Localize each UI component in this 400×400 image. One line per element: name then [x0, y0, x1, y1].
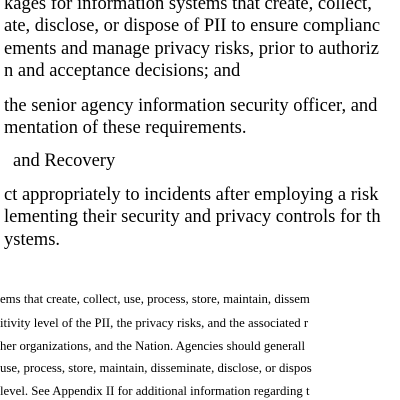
body-line-6: mentation of these requirements.	[4, 118, 247, 138]
footnote-line-5: level. See Appendix II for additional in…	[0, 384, 310, 398]
body-line-5: the senior agency information security o…	[4, 96, 378, 116]
section-heading-incident-recovery: and Recovery	[13, 151, 116, 171]
body-line-4: n and acceptance decisions; and	[4, 61, 241, 81]
footnote-line-1: ems that create, collect, use, process, …	[0, 292, 310, 306]
body-line-9: lementing their security and privacy con…	[4, 207, 381, 227]
body-line-3: ements and manage privacy risks, prior t…	[4, 39, 380, 59]
footnote-line-3: her organizations, and the Nation. Agenc…	[0, 339, 306, 353]
body-line-2: ate, disclose, or dispose of PII to ensu…	[4, 16, 381, 36]
body-line-10: ystems.	[4, 230, 61, 250]
footnote-line-4: use, process, store, maintain, dissemina…	[0, 361, 312, 375]
body-line-8: ct appropriately to incidents after empl…	[4, 185, 379, 205]
footnote-line-2: itivity level of the PII, the privacy ri…	[0, 316, 309, 330]
body-line-1: kages for information systems that creat…	[4, 0, 372, 14]
